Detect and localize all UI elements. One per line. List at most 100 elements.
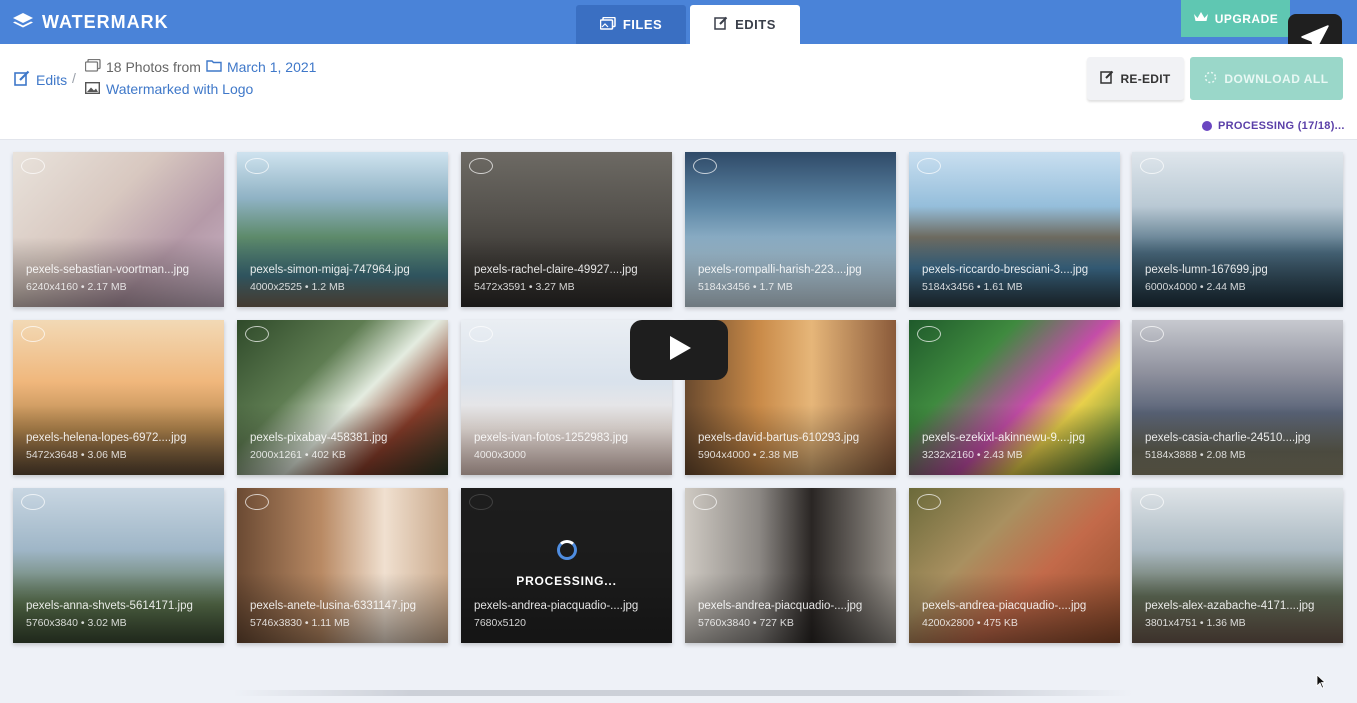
- tab-edits[interactable]: EDITS: [690, 5, 800, 44]
- photo-dimensions-size: 5472x3648 • 3.06 MB: [26, 449, 127, 461]
- re-edit-button[interactable]: RE-EDIT: [1087, 57, 1184, 100]
- folder-icon: [206, 59, 222, 75]
- status-dot-icon: [1202, 121, 1212, 131]
- photo-filename: pexels-alex-azabache-4171....jpg: [1145, 600, 1315, 612]
- images-icon: [599, 16, 616, 33]
- photo-card[interactable]: pexels-casia-charlie-24510....jpg 5184x38…: [1132, 320, 1343, 475]
- brand[interactable]: WATERMARK: [12, 10, 169, 34]
- processing-status-text: PROCESSING (17/18)...: [1218, 120, 1345, 132]
- photo-card[interactable]: pexels-lumn-167699.jpg 6000x4000 • 2.44 M…: [1132, 152, 1343, 307]
- photo-filename: pexels-casia-charlie-24510....jpg: [1145, 432, 1311, 444]
- photo-card[interactable]: PROCESSING... pexels-andrea-piacquadio-..…: [461, 488, 672, 643]
- breadcrumb-edits-label: Edits: [36, 71, 68, 88]
- photo-count-line: 18 Photos from March 1, 2021: [84, 58, 317, 75]
- processing-status: PROCESSING (17/18)...: [1202, 120, 1345, 132]
- photo-filename: pexels-andrea-piacquadio-....jpg: [698, 600, 863, 612]
- photo-filename: pexels-david-bartus-610293.jpg: [698, 432, 860, 444]
- brand-name: WATERMARK: [42, 11, 169, 32]
- photo-card[interactable]: pexels-rachel-claire-49927....jpg 5472x35…: [461, 152, 672, 307]
- watermark-logo-icon: [1140, 326, 1164, 342]
- photo-dimensions-size: 4200x2800 • 475 KB: [922, 617, 1018, 629]
- image-icon: [84, 81, 101, 97]
- photo-dimensions-size: 3801x4751 • 1.36 MB: [1145, 617, 1246, 629]
- photo-filename: pexels-ezekixl-akinnewu-9....jpg: [922, 432, 1085, 444]
- sub-header: Edits / 18 Photos from March 1, 2021 Wat…: [0, 44, 1357, 140]
- upgrade-label: UPGRADE: [1214, 11, 1279, 26]
- photo-card[interactable]: pexels-sebastian-voortman...jpg 6240x4160…: [13, 152, 224, 307]
- watermark-logo-icon: [245, 326, 269, 342]
- layers-logo-icon: [12, 12, 34, 32]
- photo-filename: pexels-andrea-piacquadio-....jpg: [474, 600, 639, 612]
- re-edit-label: RE-EDIT: [1120, 71, 1171, 86]
- watermark-logo-icon: [1140, 494, 1164, 510]
- photo-card[interactable]: pexels-rompalli-harish-223....jpg 5184x34…: [685, 152, 896, 307]
- watermark-logo-icon: [917, 158, 941, 174]
- photo-dimensions-size: 5904x4000 • 2.38 MB: [698, 449, 799, 461]
- breadcrumb-edits[interactable]: Edits: [14, 70, 67, 89]
- video-play-button[interactable]: [630, 320, 728, 380]
- crown-icon: [1193, 11, 1209, 26]
- photo-filename: pexels-helena-lopes-6972....jpg: [26, 432, 187, 444]
- photo-card[interactable]: pexels-alex-azabache-4171....jpg 3801x475…: [1132, 488, 1343, 643]
- folder-date-link[interactable]: March 1, 2021: [227, 59, 317, 75]
- photo-filename: pexels-riccardo-bresciani-3....jpg: [922, 264, 1089, 276]
- processing-label: PROCESSING...: [516, 574, 617, 588]
- photo-filename: pexels-andrea-piacquadio-....jpg: [922, 600, 1087, 612]
- mouse-cursor-icon: [1316, 674, 1327, 694]
- preset-line[interactable]: Watermarked with Logo: [84, 81, 253, 97]
- watermark-logo-icon: [917, 326, 941, 342]
- photo-filename: pexels-anete-lusina-6331147.jpg: [250, 600, 417, 612]
- watermark-logo-icon: [21, 158, 45, 174]
- download-all-button[interactable]: DOWNLOAD ALL: [1190, 57, 1343, 100]
- watermark-logo-icon: [21, 494, 45, 510]
- photo-dimensions-size: 5184x3888 • 2.08 MB: [1145, 449, 1246, 461]
- watermark-logo-icon: [917, 494, 941, 510]
- photo-dimensions-size: 6240x4160 • 2.17 MB: [26, 281, 127, 293]
- photo-dimensions-size: 4000x2525 • 1.2 MB: [250, 281, 345, 293]
- tab-files-label: FILES: [622, 17, 663, 32]
- photo-dimensions-size: 5760x3840 • 3.02 MB: [26, 617, 127, 629]
- watermark-logo-icon: [1140, 158, 1164, 174]
- images-icon: [84, 58, 101, 75]
- horizontal-scrollbar[interactable]: [233, 690, 1133, 696]
- photo-filename: pexels-pixabay-458381.jpg: [250, 432, 388, 444]
- loading-spinner-icon: [557, 540, 577, 560]
- watermark-logo-icon: [469, 158, 493, 174]
- photo-dimensions-size: 5472x3591 • 3.27 MB: [474, 281, 575, 293]
- edit-icon: [1100, 70, 1114, 87]
- photo-filename: pexels-simon-migaj-747964.jpg: [250, 264, 410, 276]
- photo-dimensions-size: 5184x3456 • 1.7 MB: [698, 281, 793, 293]
- upgrade-button[interactable]: UPGRADE: [1181, 0, 1290, 37]
- photo-filename: pexels-ivan-fotos-1252983.jpg: [474, 432, 629, 444]
- photo-card[interactable]: pexels-anete-lusina-6331147.jpg 5746x3830…: [237, 488, 448, 643]
- photo-card[interactable]: pexels-andrea-piacquadio-....jpg 5760x384…: [685, 488, 896, 643]
- photo-card[interactable]: pexels-riccardo-bresciani-3....jpg 5184x3…: [909, 152, 1120, 307]
- photo-filename: pexels-rompalli-harish-223....jpg: [698, 264, 862, 276]
- photo-card[interactable]: pexels-andrea-piacquadio-....jpg 4200x280…: [909, 488, 1120, 643]
- photo-filename: pexels-rachel-claire-49927....jpg: [474, 264, 638, 276]
- play-icon: [664, 333, 694, 368]
- watermark-logo-icon: [21, 326, 45, 342]
- download-all-label: DOWNLOAD ALL: [1224, 71, 1329, 86]
- photo-dimensions-size: 2000x1261 • 402 KB: [250, 449, 346, 461]
- photo-filename: pexels-lumn-167699.jpg: [1145, 264, 1268, 276]
- breadcrumb-separator: /: [72, 70, 76, 86]
- edit-icon: [14, 70, 30, 89]
- edit-icon: [714, 16, 728, 33]
- photo-card[interactable]: pexels-pixabay-458381.jpg 2000x1261 • 402…: [237, 320, 448, 475]
- photo-card[interactable]: pexels-helena-lopes-6972....jpg 5472x3648…: [13, 320, 224, 475]
- photo-dimensions-size: 7680x5120: [474, 617, 526, 629]
- watermark-logo-icon: [245, 494, 269, 510]
- photo-dimensions-size: 3232x2160 • 2.43 MB: [922, 449, 1023, 461]
- photo-dimensions-size: 5760x3840 • 727 KB: [698, 617, 794, 629]
- photo-filename: pexels-sebastian-voortman...jpg: [26, 264, 189, 276]
- photo-card[interactable]: pexels-anna-shvets-5614171.jpg 5760x3840 …: [13, 488, 224, 643]
- photos-count: 18 Photos from: [106, 59, 201, 75]
- photo-card[interactable]: pexels-ezekixl-akinnewu-9....jpg 3232x216…: [909, 320, 1120, 475]
- tab-files[interactable]: FILES: [576, 5, 686, 44]
- watermark-logo-icon: [245, 158, 269, 174]
- tab-edits-label: EDITS: [735, 17, 776, 32]
- watermark-logo-icon: [469, 326, 493, 342]
- watermark-logo-icon: [693, 494, 717, 510]
- photo-card[interactable]: pexels-simon-migaj-747964.jpg 4000x2525 •…: [237, 152, 448, 307]
